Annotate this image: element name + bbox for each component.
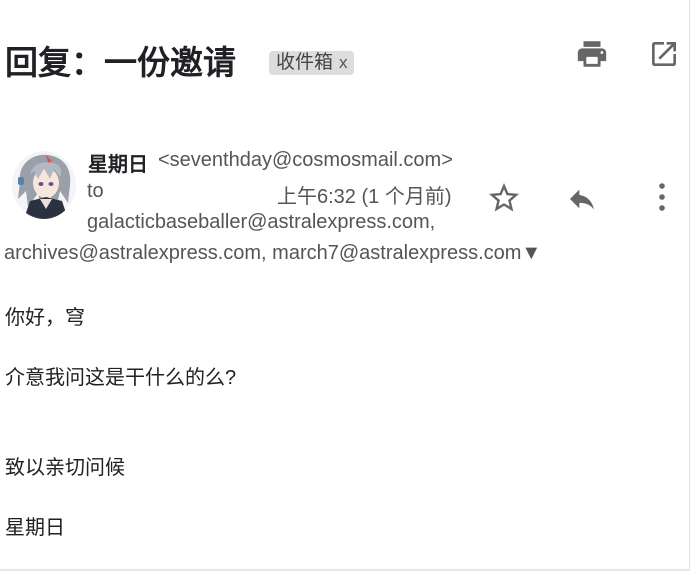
body-closing: 致以亲切问候 [5,457,125,479]
remove-label-button[interactable]: x [339,53,348,72]
recipients-list-expand[interactable]: archives@astralexpress.com, march7@astra… [4,242,541,265]
sender-name: 星期日 [88,154,148,176]
label-chip-text: 收件箱 [276,52,334,73]
body-signature: 星期日 [5,517,65,539]
email-timestamp: 上午6:32 (1 个月前) [277,186,452,208]
to-label: to [87,180,104,202]
print-icon[interactable] [575,37,609,71]
reply-icon[interactable] [564,183,600,215]
body-greeting: 你好，穹 [5,307,85,329]
sender-avatar[interactable] [12,151,76,219]
sender-email: <seventhday@cosmosmail.com> [158,149,453,171]
email-subject: 回复：一份邀请 [5,44,236,81]
body-question: 介意我问这是干什么的么? [5,367,237,389]
star-icon[interactable] [486,180,522,216]
recipients-list: galacticbaseballer@astralexpress.com, [87,211,436,233]
more-vert-icon[interactable] [652,180,672,216]
inbox-label-chip[interactable]: 收件箱 x [269,51,354,75]
open-in-new-window-icon[interactable] [648,38,680,70]
